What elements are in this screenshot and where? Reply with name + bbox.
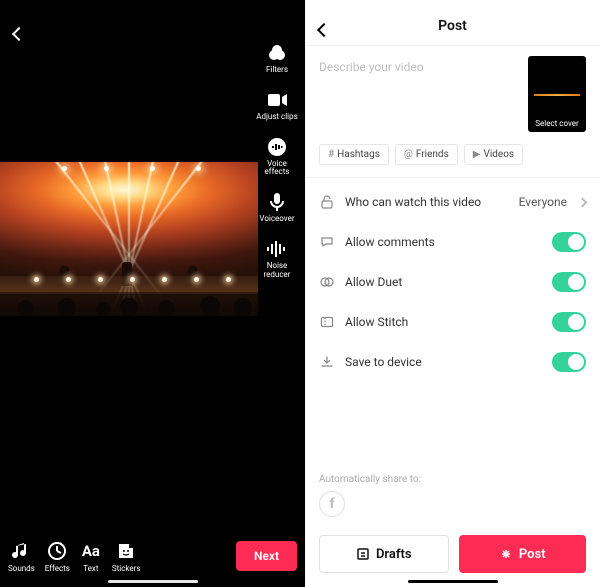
voice-effects-button[interactable]: Voice effects xyxy=(265,136,290,178)
stickers-label: Stickers xyxy=(112,564,141,573)
text-label: Text xyxy=(83,564,98,573)
noise-reducer-button[interactable]: Noise reducer xyxy=(264,238,291,280)
post-button[interactable]: Post xyxy=(459,535,587,573)
voiceover-button[interactable]: Voiceover xyxy=(259,191,294,224)
allow-duet-label: Allow Duet xyxy=(345,275,542,289)
text-icon: Aa xyxy=(80,540,102,562)
video-editor-screen: Filters Adjust clips Voice effects Voice… xyxy=(0,0,305,587)
voice-effects-label: Voice effects xyxy=(265,160,290,178)
voiceover-icon xyxy=(266,191,288,213)
save-to-device-toggle[interactable] xyxy=(552,352,586,372)
lock-icon xyxy=(319,195,335,209)
editor-side-toolbar: Filters Adjust clips Voice effects Voice… xyxy=(252,42,302,280)
post-header: Post xyxy=(305,6,600,46)
hashtags-chip[interactable]: #Hashtags xyxy=(319,144,389,165)
voice-effects-icon xyxy=(266,136,288,158)
sounds-icon xyxy=(10,540,32,562)
sounds-label: Sounds xyxy=(8,564,35,573)
editor-bottom-toolbar: Sounds Effects Aa Text Stickers Next xyxy=(0,525,305,587)
duet-icon xyxy=(319,275,335,289)
download-icon xyxy=(319,355,335,369)
allow-comments-toggle[interactable] xyxy=(552,232,586,252)
allow-stitch-label: Allow Stitch xyxy=(345,315,542,329)
text-button[interactable]: Aa Text xyxy=(80,540,102,573)
filters-button[interactable]: Filters xyxy=(266,42,288,75)
post-settings: Who can watch this video Everyone Allow … xyxy=(305,178,600,382)
home-indicator xyxy=(108,580,198,583)
share-section: Automatically share to: f xyxy=(319,474,421,517)
who-can-watch-value: Everyone xyxy=(519,195,567,209)
save-to-device-row: Save to device xyxy=(319,342,586,382)
sounds-button[interactable]: Sounds xyxy=(8,540,35,573)
select-cover-label: Select cover xyxy=(535,119,578,132)
description-row: Describe your video Select cover xyxy=(305,46,600,136)
drafts-icon xyxy=(356,547,370,561)
suggestion-chips: #Hashtags @Friends ▶Videos xyxy=(305,136,600,178)
play-icon: ▶ xyxy=(473,149,481,160)
allow-stitch-row: Allow Stitch xyxy=(319,302,586,342)
videos-chip-label: Videos xyxy=(483,149,514,160)
back-button[interactable] xyxy=(319,20,329,39)
select-cover-button[interactable]: Select cover xyxy=(528,56,586,132)
home-indicator xyxy=(408,580,498,583)
filters-label: Filters xyxy=(266,66,288,75)
noise-reducer-label: Noise reducer xyxy=(264,262,291,280)
allow-duet-row: Allow Duet xyxy=(319,262,586,302)
allow-comments-label: Allow comments xyxy=(345,235,542,249)
effects-button[interactable]: Effects xyxy=(45,540,70,573)
who-can-watch-row[interactable]: Who can watch this video Everyone xyxy=(319,182,586,222)
drafts-button-label: Drafts xyxy=(376,547,412,562)
videos-chip[interactable]: ▶Videos xyxy=(464,144,523,165)
allow-comments-row: Allow comments xyxy=(319,222,586,262)
drafts-button[interactable]: Drafts xyxy=(319,535,449,573)
hash-icon: # xyxy=(328,149,334,160)
adjust-clips-icon xyxy=(266,89,288,111)
chevron-right-icon xyxy=(578,197,588,207)
allow-stitch-toggle[interactable] xyxy=(552,312,586,332)
post-action-buttons: Drafts Post xyxy=(319,535,586,573)
back-button[interactable] xyxy=(14,24,24,43)
effects-icon xyxy=(46,540,68,562)
adjust-clips-button[interactable]: Adjust clips xyxy=(256,89,297,122)
allow-duet-toggle[interactable] xyxy=(552,272,586,292)
video-preview[interactable] xyxy=(0,162,258,316)
at-icon: @ xyxy=(404,149,413,160)
hashtags-chip-label: Hashtags xyxy=(337,149,380,160)
chevron-left-icon xyxy=(317,23,331,37)
describe-video-input[interactable]: Describe your video xyxy=(319,56,518,132)
post-screen: Post Describe your video Select cover #H… xyxy=(305,0,600,587)
share-facebook-button[interactable]: f xyxy=(319,491,345,517)
voiceover-label: Voiceover xyxy=(259,215,294,224)
effects-label: Effects xyxy=(45,564,70,573)
post-icon xyxy=(499,547,513,561)
friends-chip-label: Friends xyxy=(416,149,449,160)
post-button-label: Post xyxy=(519,547,546,562)
adjust-clips-label: Adjust clips xyxy=(256,113,297,122)
filters-icon xyxy=(266,42,288,64)
facebook-icon: f xyxy=(329,496,334,512)
stickers-button[interactable]: Stickers xyxy=(112,540,141,573)
next-button[interactable]: Next xyxy=(236,541,297,571)
save-to-device-label: Save to device xyxy=(345,355,542,369)
chevron-left-icon xyxy=(12,27,26,41)
page-title: Post xyxy=(438,18,467,34)
who-can-watch-label: Who can watch this video xyxy=(345,195,509,209)
comment-icon xyxy=(319,235,335,249)
share-label: Automatically share to: xyxy=(319,474,421,485)
noise-reducer-icon xyxy=(266,238,288,260)
stitch-icon xyxy=(319,315,335,329)
stickers-icon xyxy=(115,540,137,562)
friends-chip[interactable]: @Friends xyxy=(395,144,458,165)
